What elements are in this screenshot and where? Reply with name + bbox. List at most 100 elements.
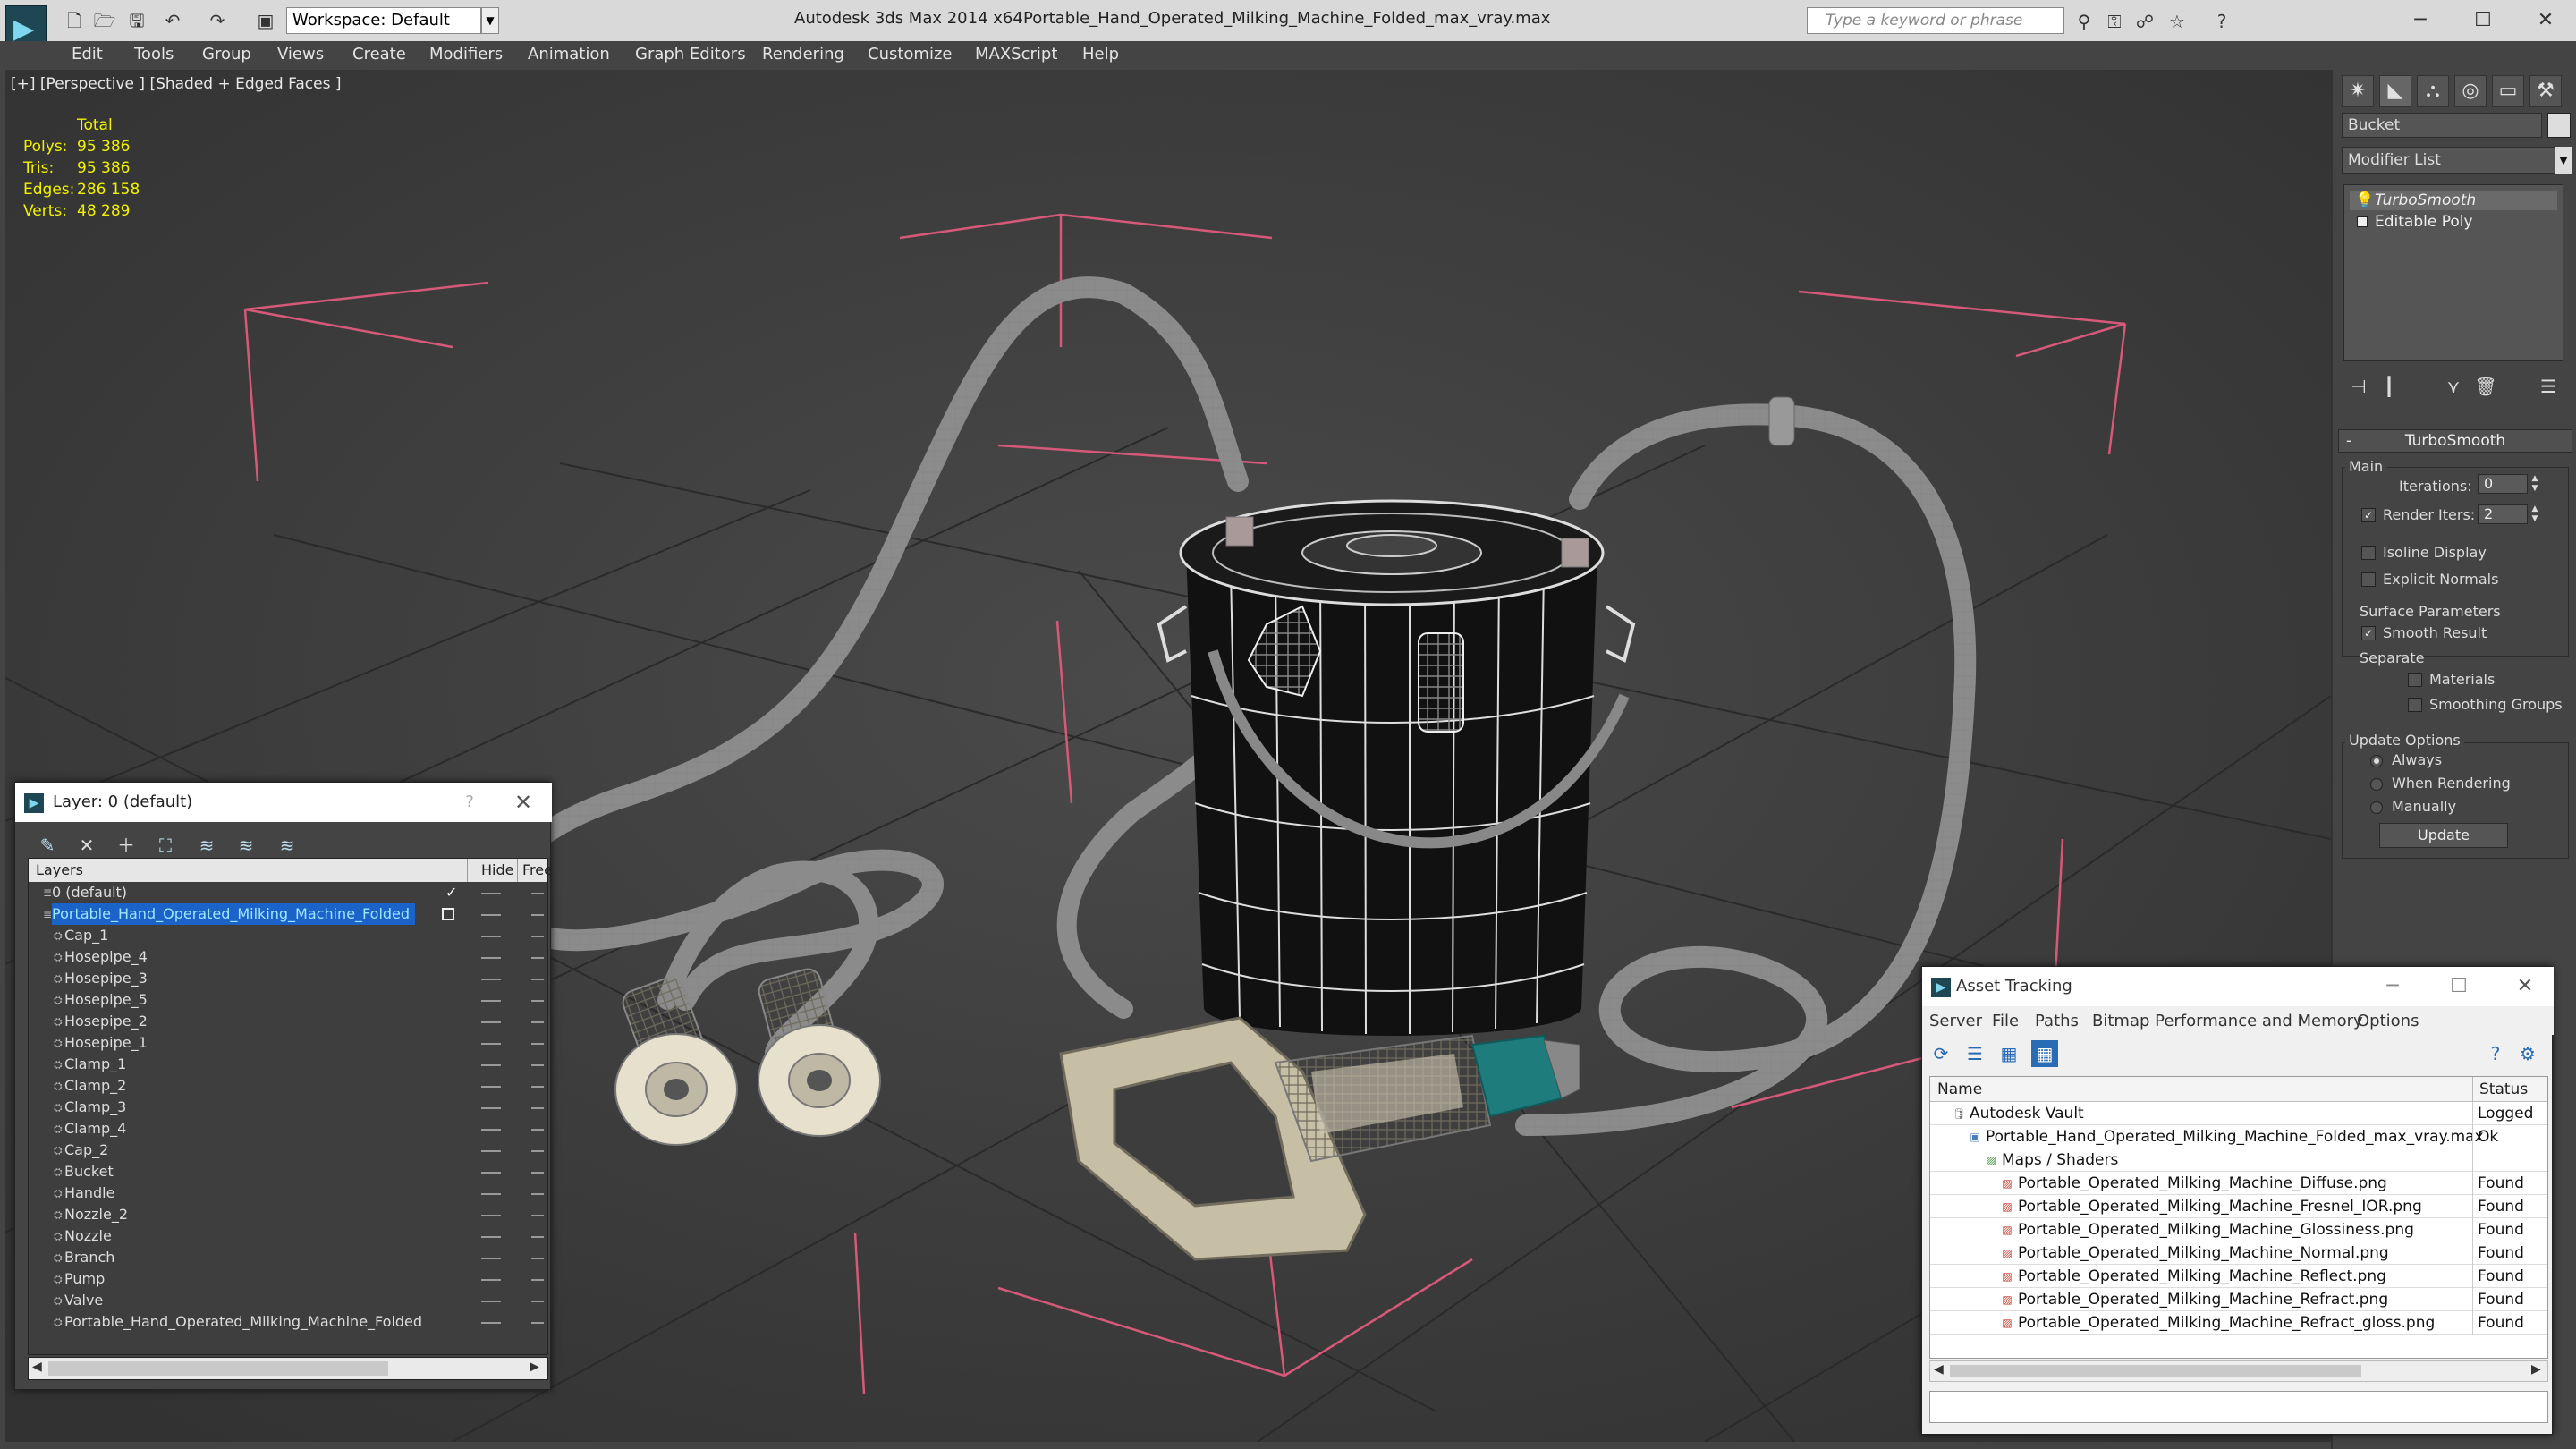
col-freeze[interactable]: Free — [522, 861, 553, 878]
manually-radio[interactable] — [2370, 801, 2383, 814]
scroll-left-icon[interactable]: ◀ — [1934, 1362, 1944, 1377]
freeze-toggle[interactable] — [531, 1150, 544, 1152]
table-view-icon[interactable]: ▦ — [2031, 1040, 2058, 1067]
layer-name[interactable]: Hosepipe_4 — [64, 946, 153, 968]
iterations-spinner[interactable]: 0 — [2478, 474, 2528, 494]
layer-name[interactable]: Hosepipe_1 — [64, 1032, 153, 1054]
freeze-toggle[interactable] — [531, 893, 544, 894]
lightbulb-icon[interactable]: 💡 — [2355, 191, 2374, 210]
communication-icon[interactable]: ☍ — [2132, 9, 2157, 34]
list-view-icon[interactable]: ☰ — [1962, 1040, 1988, 1067]
asset-menu-options[interactable]: Options — [2357, 1012, 2419, 1030]
add-to-layer-icon[interactable]: ＋ — [110, 829, 142, 861]
col-name[interactable]: Name — [1937, 1080, 1982, 1098]
freeze-toggle[interactable] — [531, 1021, 544, 1023]
menu-maxscript[interactable]: MAXScript — [975, 45, 1057, 64]
settings-icon[interactable]: ⚙ — [2514, 1040, 2541, 1067]
asset-row[interactable]: ▨ Portable_Operated_Milking_Machine_Refle… — [1930, 1265, 2547, 1288]
asset-menu-server[interactable]: Server — [1929, 1012, 1982, 1030]
scrollbar-thumb[interactable] — [1950, 1365, 2361, 1377]
hide-toggle[interactable] — [481, 1301, 501, 1302]
display-tab-icon[interactable]: ▭ — [2492, 75, 2524, 107]
asset-horizontal-scrollbar[interactable]: ◀ ▶ — [1929, 1360, 2548, 1382]
hide-toggle[interactable] — [481, 1236, 501, 1238]
hide-toggle[interactable] — [481, 1193, 501, 1195]
asset-row[interactable]: ▨ Maps / Shaders — [1930, 1148, 2547, 1172]
layer-object-row[interactable]: ⛭ Valve — [29, 1290, 547, 1311]
materials-checkbox[interactable] — [2408, 673, 2422, 687]
menu-tools[interactable]: Tools — [134, 45, 174, 64]
hide-toggle[interactable] — [481, 936, 501, 937]
help-icon[interactable]: ? — [2209, 9, 2234, 34]
update-button[interactable]: Update — [2379, 823, 2508, 848]
when-rendering-radio[interactable] — [2370, 778, 2383, 791]
layer-object-row[interactable]: ⛭ Pump — [29, 1268, 547, 1290]
layer-name[interactable]: Bucket — [64, 1161, 119, 1182]
always-radio[interactable] — [2370, 755, 2383, 767]
search-input[interactable]: Type a keyword or phrase — [1807, 7, 2064, 34]
freeze-toggle[interactable] — [531, 1193, 544, 1195]
layer-name[interactable]: Hosepipe_3 — [64, 968, 153, 989]
stack-item-editable-poly[interactable]: Editable Poly — [2350, 212, 2557, 232]
smoothing-groups-checkbox[interactable] — [2408, 698, 2422, 712]
hide-toggle[interactable] — [481, 1107, 501, 1109]
freeze-toggle[interactable] — [531, 1301, 544, 1302]
layer-horizontal-scrollbar[interactable]: ◀ ▶ — [28, 1357, 548, 1380]
object-color-swatch[interactable] — [2547, 113, 2571, 138]
asset-row[interactable]: ▨ Portable_Operated_Milking_Machine_Diffu… — [1930, 1172, 2547, 1195]
asset-row[interactable]: 🛢 Autodesk Vault Logged O — [1930, 1102, 2547, 1146]
current-layer-check-icon[interactable]: ✓ — [445, 882, 457, 903]
menu-modifiers[interactable]: Modifiers — [429, 45, 503, 64]
freeze-toggle[interactable] — [531, 1258, 544, 1259]
redo-icon[interactable]: ↷ — [206, 9, 229, 32]
minimize-button[interactable]: ─ — [2366, 967, 2419, 1006]
asset-row[interactable]: ▨ Portable_Operated_Milking_Machine_Refra… — [1930, 1288, 2547, 1311]
hide-toggle[interactable] — [481, 1215, 501, 1216]
menu-graph-editors[interactable]: Graph Editors — [635, 45, 746, 64]
favorites-star-icon[interactable]: ☆ — [2165, 9, 2190, 34]
layer-object-row[interactable]: ⛭ Clamp_3 — [29, 1097, 547, 1118]
col-hide[interactable]: Hide — [481, 861, 513, 878]
freeze-toggle[interactable] — [531, 936, 544, 937]
col-status[interactable]: Status — [2479, 1080, 2528, 1098]
col-layers[interactable]: Layers — [36, 861, 83, 878]
layer-name[interactable]: Nozzle — [64, 1225, 117, 1247]
hide-toggle[interactable] — [481, 914, 501, 916]
open-file-icon[interactable]: 🗁 — [93, 9, 116, 32]
create-layer-icon[interactable]: ✎ — [31, 829, 64, 861]
layer-object-row[interactable]: ⛭ Bucket — [29, 1161, 547, 1182]
layer-name[interactable]: Cap_1 — [64, 925, 114, 946]
layer-object-row[interactable]: ⛭ Handle — [29, 1182, 547, 1204]
freeze-toggle[interactable] — [531, 1322, 544, 1324]
render-iters-checkbox[interactable]: ✓ — [2361, 508, 2376, 522]
help-icon[interactable]: ? — [2482, 1040, 2509, 1067]
maximize-button[interactable]: ☐ — [2432, 967, 2486, 1006]
layer-object-row[interactable]: ⛭ Portable_Hand_Operated_Milking_Machine_… — [29, 1311, 547, 1333]
layer-name[interactable]: Handle — [64, 1182, 120, 1204]
freeze-all-icon[interactable]: ≋ — [271, 829, 303, 861]
thumbnail-view-icon[interactable]: ▦ — [1996, 1040, 2022, 1067]
layer-object-row[interactable]: ⛭ Nozzle — [29, 1225, 547, 1247]
hide-toggle[interactable] — [481, 1172, 501, 1174]
hide-toggle[interactable] — [481, 1258, 501, 1259]
freeze-toggle[interactable] — [531, 1215, 544, 1216]
maximize-button[interactable]: ☐ — [2456, 4, 2510, 38]
chevron-down-icon[interactable]: ▼ — [481, 7, 499, 34]
expand-box-icon[interactable] — [2357, 216, 2368, 227]
hide-toggle[interactable] — [481, 1021, 501, 1023]
hide-toggle[interactable] — [481, 1322, 501, 1324]
freeze-toggle[interactable] — [531, 1043, 544, 1045]
minimize-button[interactable]: ─ — [2394, 4, 2447, 38]
menu-group[interactable]: Group — [202, 45, 251, 64]
undo-icon[interactable]: ↶ — [161, 9, 184, 32]
scrollbar-thumb[interactable] — [48, 1361, 388, 1376]
scroll-right-icon[interactable]: ▶ — [530, 1360, 539, 1374]
layer-object-row[interactable]: ⛭ Cap_2 — [29, 1140, 547, 1161]
close-button[interactable]: ✕ — [2519, 4, 2572, 38]
create-tab-icon[interactable]: ✷ — [2342, 75, 2374, 107]
turbosmooth-rollout-header[interactable]: - TurboSmooth — [2338, 429, 2572, 453]
show-end-result-icon[interactable]: ┃ — [2376, 374, 2402, 399]
layer-name[interactable]: Clamp_4 — [64, 1118, 131, 1140]
hide-toggle[interactable] — [481, 893, 501, 894]
asset-row[interactable]: ▨ Portable_Operated_Milking_Machine_Norma… — [1930, 1241, 2547, 1265]
